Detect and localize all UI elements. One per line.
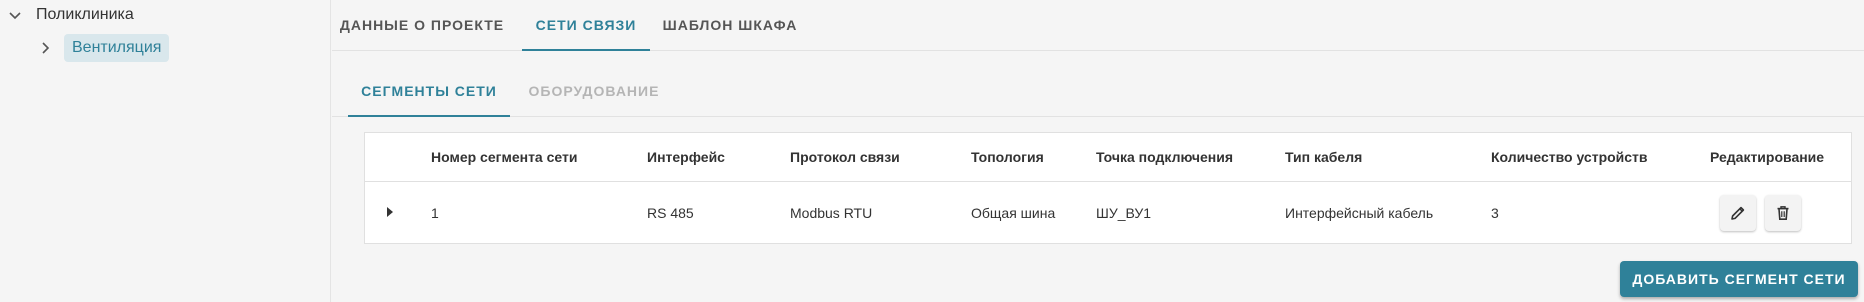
cell-topology: Общая шина: [971, 204, 1056, 221]
tree-node-root[interactable]: Поликлиника: [6, 3, 134, 27]
project-tree: Поликлиника Вентиляция: [0, 0, 331, 302]
add-segment-button[interactable]: Добавить сегмент сети: [1620, 261, 1858, 297]
delete-button[interactable]: [1765, 195, 1801, 231]
cell-interface: RS 485: [647, 204, 694, 221]
subtab-segments[interactable]: Сегменты сети: [348, 66, 510, 117]
tree-node-child[interactable]: Вентиляция: [36, 33, 170, 63]
tree-node-label[interactable]: Поликлиника: [36, 6, 134, 24]
trash-icon: [1777, 206, 1789, 220]
tab-networks[interactable]: Сети связи: [522, 0, 650, 51]
chevron-down-icon[interactable]: [6, 6, 24, 24]
cell-device-count: 3: [1491, 204, 1499, 221]
table-header: Номер сегмента сети Интерфейс Протокол с…: [365, 133, 1851, 182]
cell-connection-point: ШУ_ВУ1: [1096, 204, 1152, 221]
subtab-equipment[interactable]: Оборудование: [518, 66, 670, 116]
pencil-icon: [1731, 206, 1745, 220]
top-tabs: Данные о проекте Сети связи Шаблон шкафа: [332, 0, 1864, 51]
sub-tabs: Сегменты сети Оборудование: [332, 66, 1864, 117]
expand-row-icon[interactable]: [383, 205, 397, 219]
cell-cable-type: Интерфейсный кабель: [1285, 204, 1434, 221]
column-header: Редактирование: [1710, 149, 1825, 165]
column-header[interactable]: Топология: [971, 133, 1044, 181]
tab-project-data[interactable]: Данные о проекте: [332, 0, 512, 50]
table-row[interactable]: 1 RS 485 Modbus RTU Общая шина ШУ_ВУ1 Ин…: [365, 181, 1851, 244]
column-header[interactable]: Количество устройств: [1491, 133, 1648, 181]
cell-protocol: Modbus RTU: [790, 204, 873, 221]
column-header[interactable]: Интерфейс: [647, 133, 725, 181]
segments-table: Номер сегмента сети Интерфейс Протокол с…: [364, 132, 1852, 244]
column-header[interactable]: Номер сегмента сети: [431, 133, 577, 181]
main-panel: Данные о проекте Сети связи Шаблон шкафа…: [332, 0, 1864, 302]
cell-segment: 1: [431, 204, 439, 221]
column-header[interactable]: Протокол связи: [790, 133, 900, 181]
column-header[interactable]: Тип кабеля: [1285, 133, 1362, 181]
tab-cabinet-template[interactable]: Шаблон шкафа: [658, 0, 802, 50]
edit-button[interactable]: [1720, 195, 1756, 231]
tree-node-label-selected[interactable]: Вентиляция: [64, 34, 170, 62]
column-header[interactable]: Точка подключения: [1096, 133, 1233, 181]
chevron-right-icon[interactable]: [36, 39, 54, 57]
